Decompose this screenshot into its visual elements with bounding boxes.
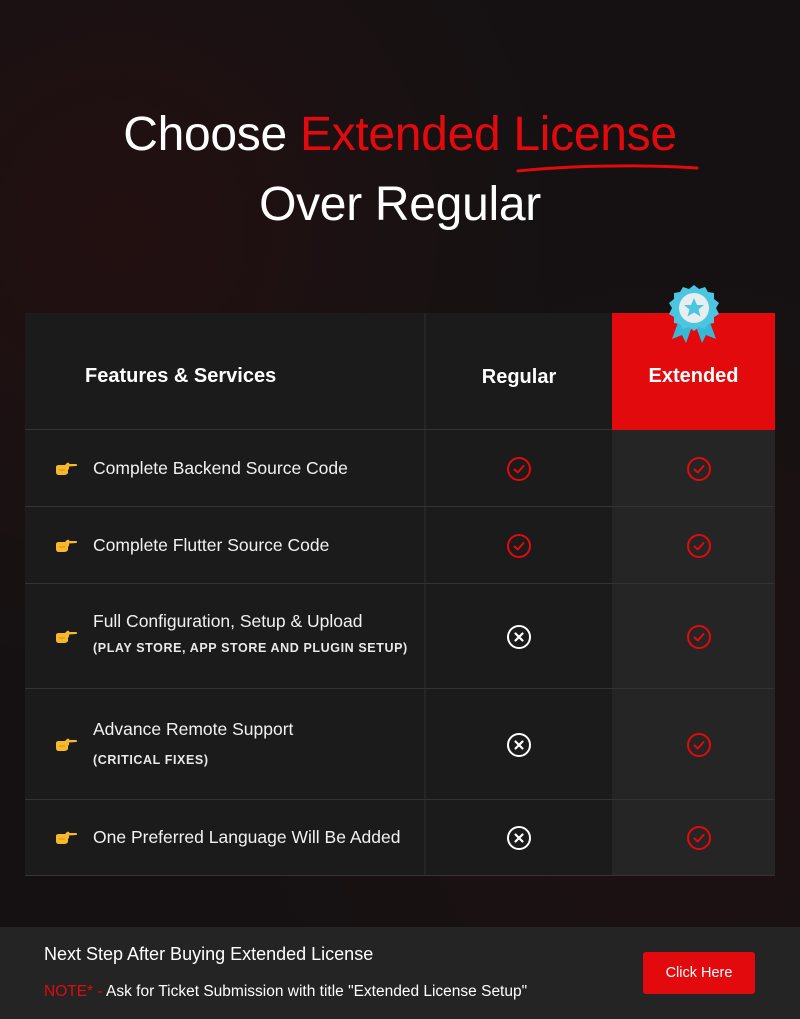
hero-heading: Choose Extended License Over Regular (0, 100, 800, 240)
table-row: One Preferred Language Will Be Added (25, 800, 775, 876)
header-features: Features & Services (85, 365, 277, 387)
header-regular: Regular (481, 366, 557, 388)
award-ribbon-star-icon (669, 285, 719, 343)
pointing-hand-icon (53, 629, 79, 645)
footer-bar: Next Step After Buying Extended License … (0, 927, 800, 1019)
pointing-hand-icon (53, 830, 79, 846)
feature-label: Advance Remote Support (93, 718, 294, 739)
click-here-button[interactable]: Click Here (643, 952, 755, 994)
hero-title-accent: Extended License (299, 108, 677, 161)
feature-label: Full Configuration, Setup & Upload (93, 610, 363, 631)
extended-check-icon (686, 624, 712, 650)
table-row: Full Configuration, Setup & Upload (PLAY … (25, 584, 775, 689)
table-row: Complete Backend Source Code (25, 430, 775, 507)
regular-check-icon (506, 533, 532, 559)
footer-title: Next Step After Buying Extended License (44, 944, 374, 964)
pointing-hand-icon (53, 737, 79, 753)
feature-sublabel: (PLAY STORE, APP STORE AND PLUGIN SETUP) (93, 640, 408, 655)
hero-title-line2: Over Regular (259, 178, 541, 231)
hero-title-line1: Choose Extended License (0, 100, 800, 173)
hero-title-prefix: Choose (123, 108, 300, 161)
feature-label: Complete Backend Source Code (93, 457, 348, 478)
extended-check-icon (686, 456, 712, 482)
header-extended-label: Extended (648, 365, 739, 387)
feature-label: Complete Flutter Source Code (93, 534, 330, 555)
regular-check-icon (506, 456, 532, 482)
footer-note: NOTE* - Ask for Ticket Submission with t… (44, 983, 527, 1001)
extended-check-icon (686, 825, 712, 851)
table-row: Complete Flutter Source Code (25, 507, 775, 584)
regular-cross-icon (506, 825, 532, 851)
extended-check-icon (686, 533, 712, 559)
feature-sublabel: (CRITICAL FIXES) (93, 752, 209, 767)
regular-cross-icon (506, 624, 532, 650)
regular-cross-icon (506, 732, 532, 758)
pointing-hand-icon (53, 461, 79, 477)
pointing-hand-icon (53, 538, 79, 554)
comparison-table: Features & Services Regular Extended Com… (25, 285, 775, 876)
table-row: Advance Remote Support (CRITICAL FIXES) (25, 689, 775, 800)
feature-label: One Preferred Language Will Be Added (93, 827, 401, 847)
extended-check-icon (686, 732, 712, 758)
note-tag: NOTE* - (44, 983, 107, 1000)
note-text: Ask for Ticket Submission with title "Ex… (106, 983, 528, 1000)
brush-underline-icon (516, 164, 699, 173)
